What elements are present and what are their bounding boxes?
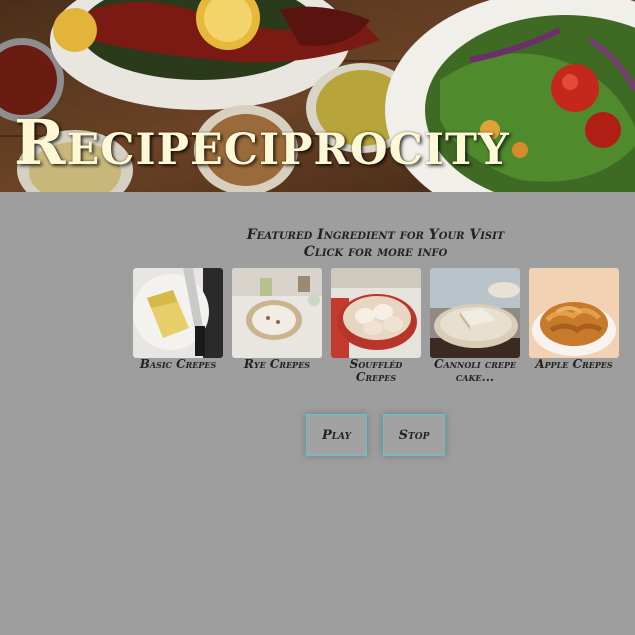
featured-heading: Featured Ingredient for Your Visit [246,227,505,243]
ingredient-thumbnail[interactable] [133,268,223,358]
ingredient-apple-crepes[interactable]: Apple Crepes [529,268,619,371]
header-banner: Recipeciprocity [0,0,635,192]
ingredient-thumbnail[interactable] [529,268,619,358]
play-button[interactable]: Play [306,414,367,456]
featured-subheading: Click for more info [303,244,448,260]
ingredient-souffled-crepes[interactable]: Souffléd Crepes [331,268,421,384]
ingredient-label[interactable]: Rye Crepes [232,358,322,371]
ingredient-label[interactable]: Apple Crepes [529,358,619,371]
ingredient-rye-crepes[interactable]: Rye Crepes [232,268,322,371]
featured-ingredient-list: Basic Crepes Rye Crepes Souffléd Crepes … [133,268,628,388]
ingredient-cannoli-crepe-cake[interactable]: Cannoli crepe cake... [430,268,520,384]
ingredient-basic-crepes[interactable]: Basic Crepes [133,268,223,371]
stop-button[interactable]: Stop [383,414,445,456]
site-title[interactable]: Recipeciprocity [14,112,510,174]
ingredient-thumbnail[interactable] [430,268,520,358]
ingredient-thumbnail[interactable] [232,268,322,358]
ingredient-thumbnail[interactable] [331,268,421,358]
ingredient-label[interactable]: Cannoli crepe cake... [430,358,520,384]
ingredient-label[interactable]: Souffléd Crepes [331,358,421,384]
ingredient-label[interactable]: Basic Crepes [133,358,223,371]
